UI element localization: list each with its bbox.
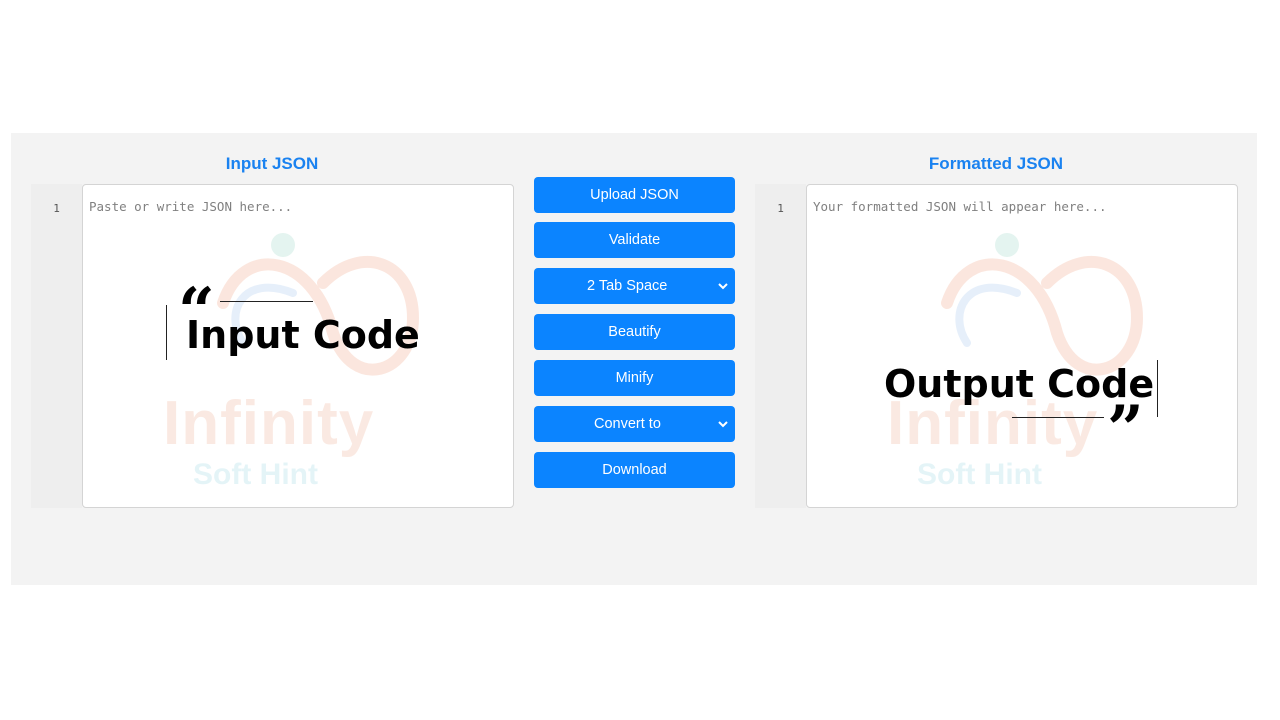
divider	[166, 305, 167, 360]
chevron-down-icon	[718, 421, 728, 428]
close-quote-icon: ”	[1107, 392, 1144, 467]
input-json-title: Input JSON	[225, 154, 319, 173]
input-code-label: Input Code	[186, 313, 420, 357]
watermark-brand: Infinity	[163, 389, 375, 458]
divider	[220, 301, 313, 302]
divider	[1012, 417, 1104, 418]
divider	[1157, 360, 1158, 417]
beautify-button[interactable]: Beautify	[534, 314, 735, 350]
formatted-json-title: Formatted JSON	[928, 154, 1064, 173]
watermark-tagline: Soft Hint	[917, 458, 1042, 491]
upload-json-button[interactable]: Upload JSON	[534, 177, 735, 213]
line-gutter: 1	[31, 184, 82, 508]
line-number: 1	[53, 202, 60, 215]
chevron-down-icon	[718, 283, 728, 290]
convert-select[interactable]: Convert to	[534, 406, 735, 442]
validate-button[interactable]: Validate	[534, 222, 735, 258]
output-editor: 1 Infinity Soft Hint Your formatted JSON…	[755, 184, 1238, 508]
minify-button[interactable]: Minify	[534, 360, 735, 396]
line-gutter: 1	[755, 184, 806, 508]
indent-select[interactable]: 2 Tab Space	[534, 268, 735, 304]
download-button[interactable]: Download	[534, 452, 735, 488]
input-placeholder: Paste or write JSON here...	[89, 199, 293, 214]
output-placeholder: Your formatted JSON will appear here...	[813, 199, 1107, 214]
line-number: 1	[777, 202, 784, 215]
indent-select-value: 2 Tab Space	[587, 278, 668, 294]
convert-select-value: Convert to	[594, 416, 661, 432]
output-code-area[interactable]: Infinity Soft Hint Your formatted JSON w…	[806, 184, 1238, 508]
watermark-tagline: Soft Hint	[193, 458, 318, 491]
page: Input JSON Formatted JSON 1 Infinity Sof…	[0, 0, 1280, 720]
